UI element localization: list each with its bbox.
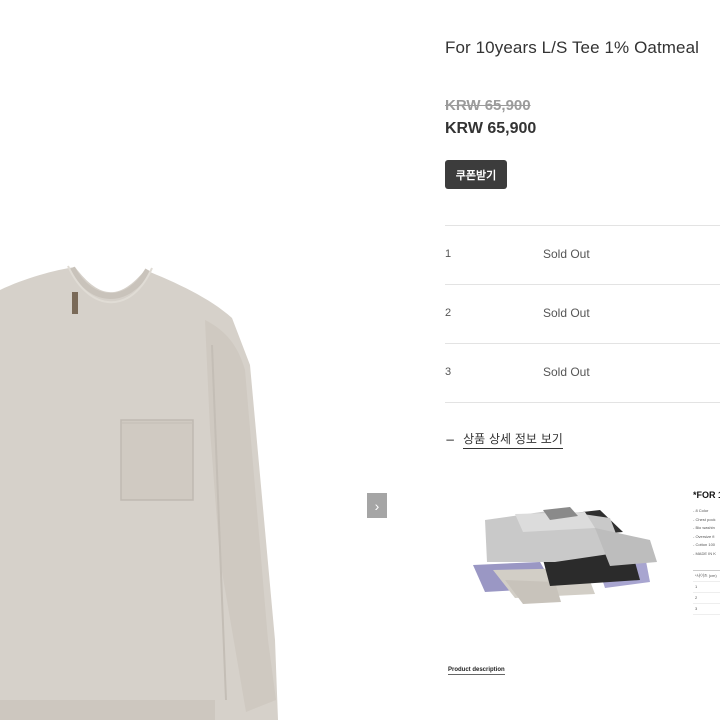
spec-line: - 8 Color <box>693 508 709 513</box>
minus-icon: − <box>445 432 456 447</box>
product-description-label: Product description <box>448 667 505 675</box>
option-row-3[interactable]: 3 Sold Out <box>445 344 720 403</box>
detail-image-title: *FOR 1 <box>693 490 720 500</box>
option-row-2[interactable]: 2 Sold Out <box>445 285 720 344</box>
chevron-right-icon: › <box>374 497 380 514</box>
option-row-1[interactable]: 1 Sold Out <box>445 226 720 285</box>
size-table-row: 1 <box>693 582 720 593</box>
detail-info-toggle[interactable]: − 상품 상세 정보 보기 <box>445 430 563 449</box>
product-title: For 10years L/S Tee 1% Oatmeal <box>445 38 700 57</box>
option-number: 1 <box>445 248 452 260</box>
size-table-header: *사이즈 (cm) <box>693 571 720 582</box>
option-status: Sold Out <box>543 306 590 320</box>
product-photo-oatmeal-tee <box>0 265 278 720</box>
gallery-next-button[interactable]: › <box>367 493 387 518</box>
spec-line: - Chest pock <box>693 516 716 522</box>
spec-line: - MADE IN K <box>693 550 716 556</box>
original-price: KRW 65,900 <box>445 97 531 114</box>
option-number: 2 <box>445 307 452 319</box>
option-list: 1 Sold Out 2 Sold Out 3 Sold Out <box>445 225 720 403</box>
size-table: *사이즈 (cm) 1 2 3 <box>693 570 720 615</box>
spec-list: - 8 Color - Chest pock - Bio washin - Ov… <box>693 507 716 558</box>
spec-line: - Oversize fi <box>693 533 715 539</box>
size-table-row: 2 <box>693 593 720 604</box>
sale-price: KRW 65,900 <box>445 120 537 137</box>
option-status: Sold Out <box>543 247 590 261</box>
product-image-gallery: › <box>0 0 420 720</box>
coupon-button[interactable]: 쿠폰받기 <box>445 160 507 189</box>
spec-line: - Cotton 100 <box>693 542 716 547</box>
option-number: 3 <box>445 366 452 378</box>
folded-tees-photo <box>473 507 657 604</box>
product-detail-image: *FOR 1 - 8 Color - Chest pock - Bio wash… <box>445 470 720 690</box>
detail-toggle-label: 상품 상세 정보 보기 <box>463 430 563 449</box>
size-table-row: 3 <box>693 604 720 615</box>
spec-line: - Bio washin <box>693 525 715 530</box>
option-status: Sold Out <box>543 365 590 379</box>
